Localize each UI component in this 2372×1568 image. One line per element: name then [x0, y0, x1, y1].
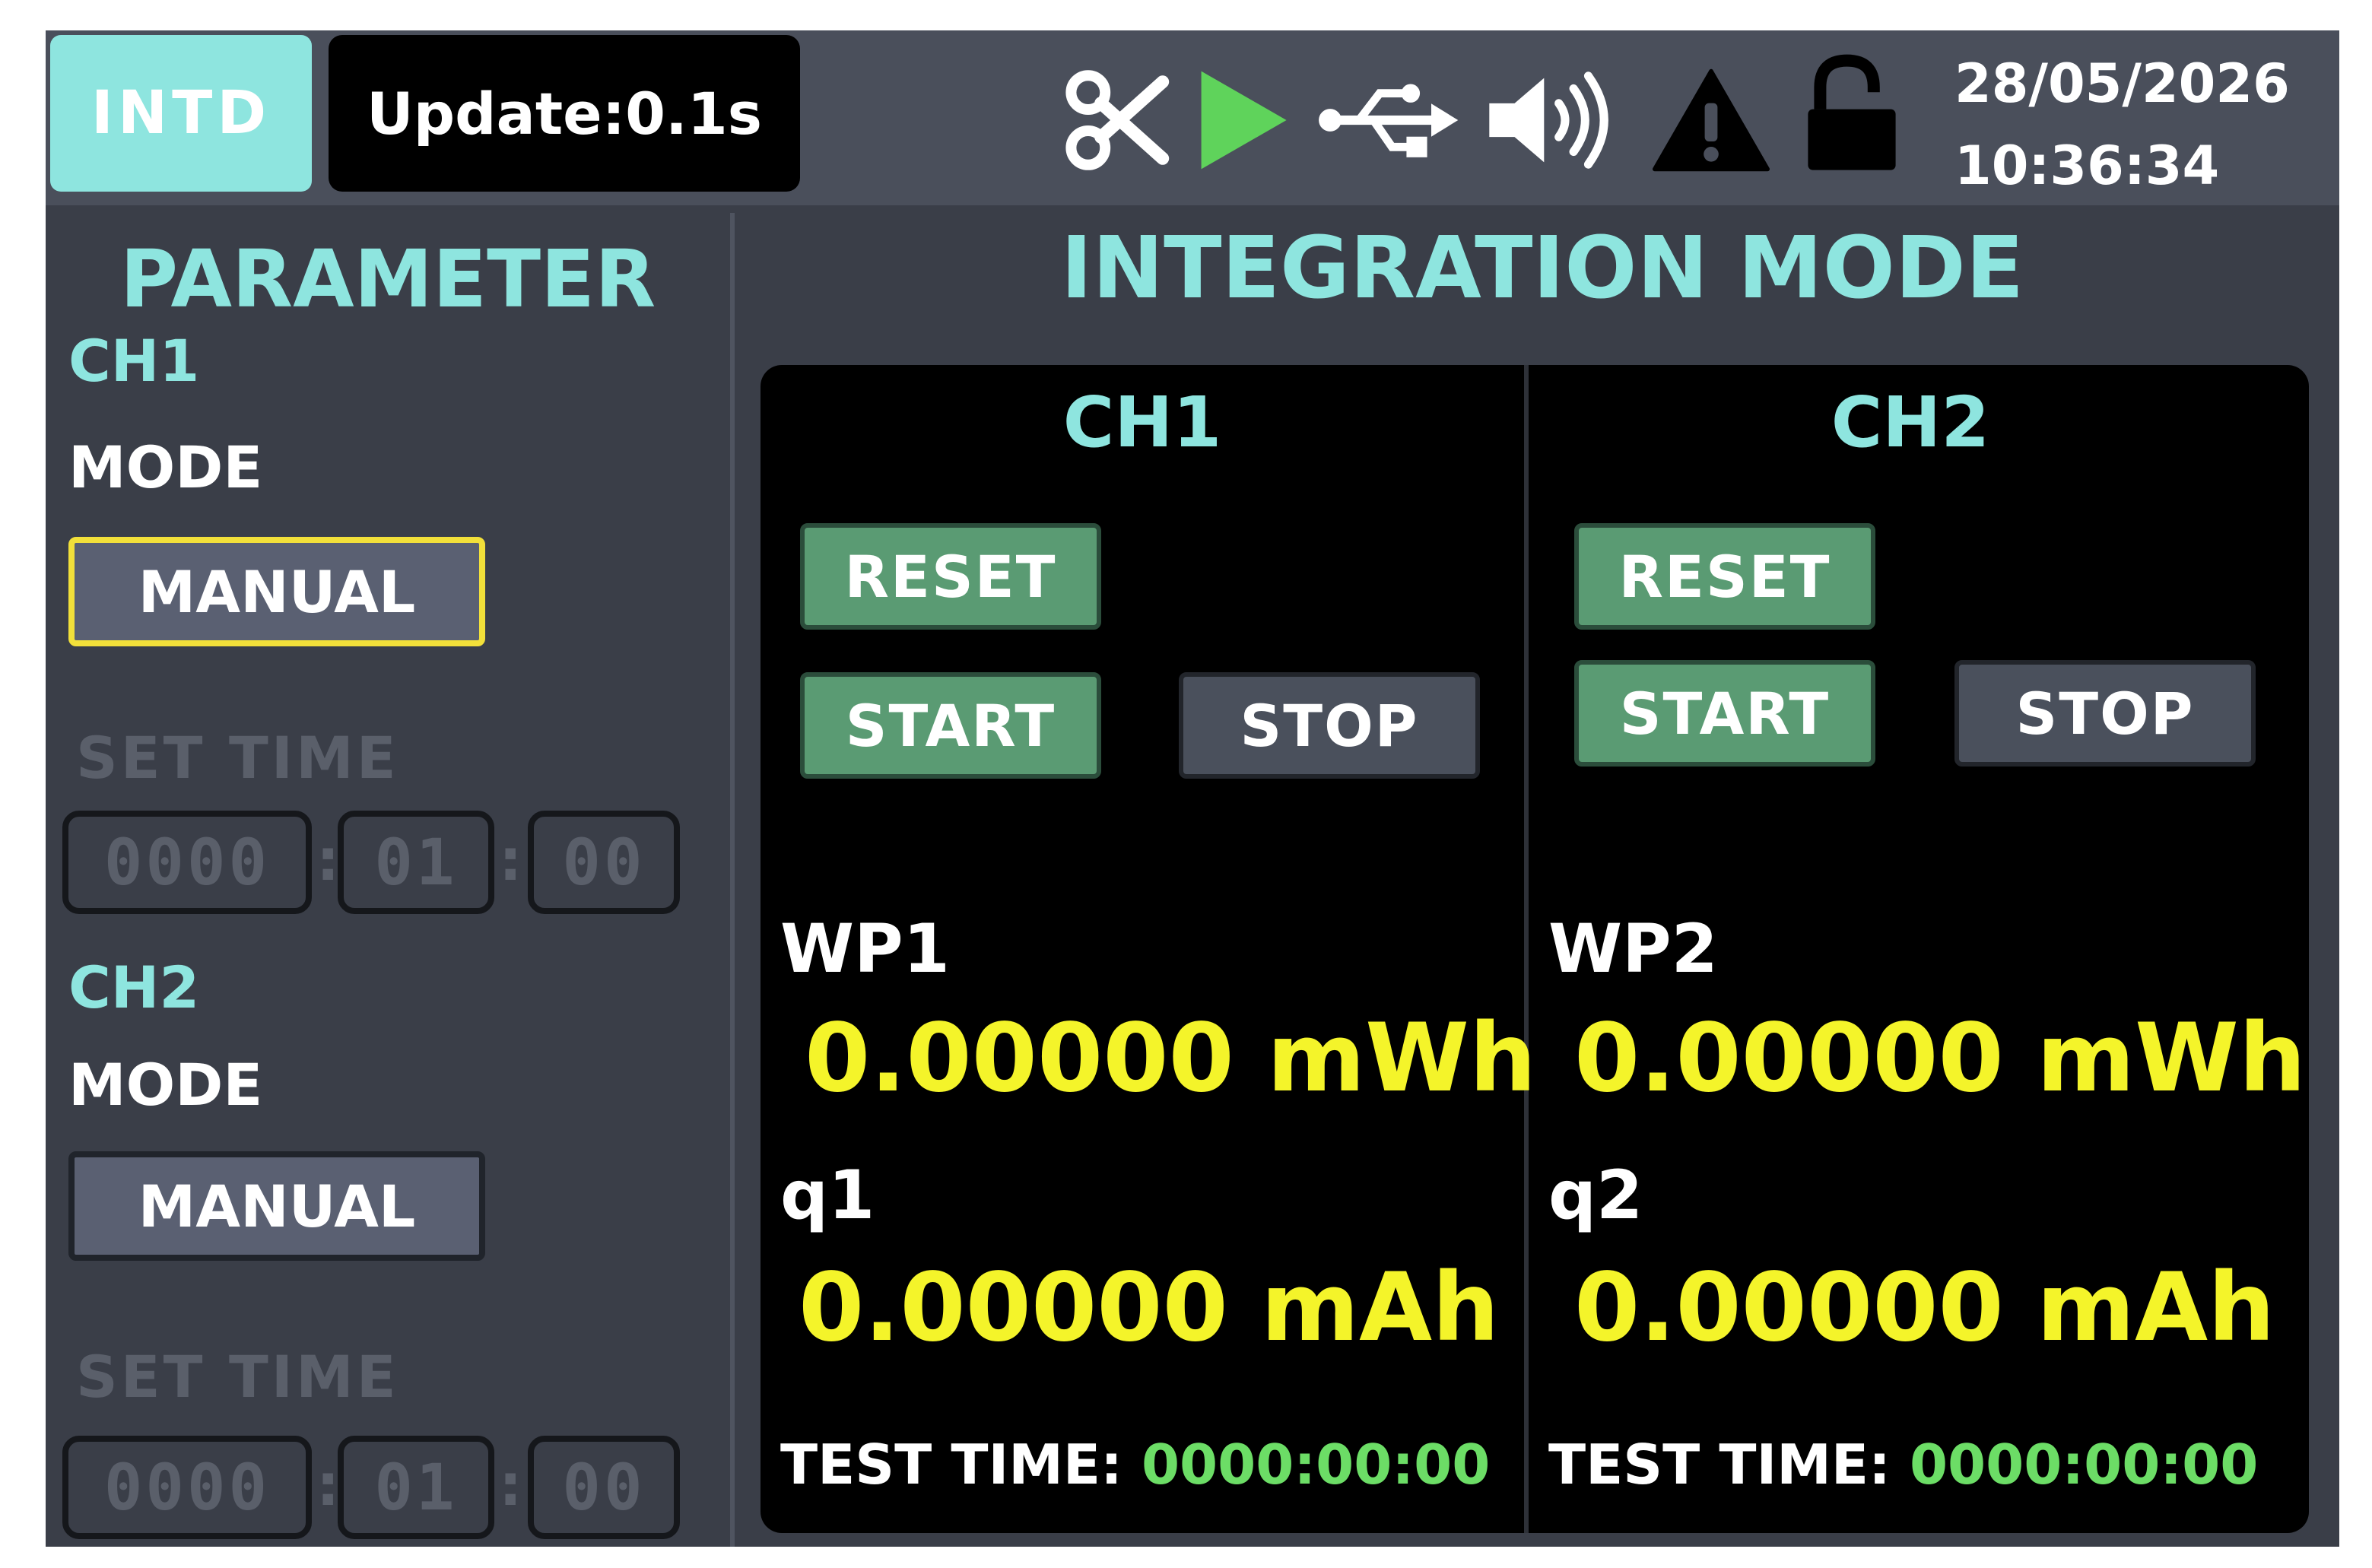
param-ch2-mode-label: MODE [68, 1051, 263, 1119]
ch1-start-button[interactable]: START [800, 672, 1101, 779]
ch1-test-time: TEST TIME: 0000:00:00 [780, 1433, 1490, 1497]
integration-display: CH1 RESET START STOP WP1 0.00000 mWh q1 … [761, 365, 2309, 1533]
ch2-set-time-seconds[interactable]: 00 [528, 1436, 680, 1539]
ch1-set-time-hours[interactable]: 0000 [62, 811, 312, 914]
date-text: 28/05/2026 [1954, 52, 2290, 115]
ch1-stop-button[interactable]: STOP [1179, 672, 1480, 779]
ch2-title: CH2 [1831, 382, 1990, 463]
time-separator: : [499, 826, 522, 894]
parameter-panel: PARAMETER CH1 MODE MANUAL SET TIME 0000 … [46, 205, 745, 1547]
ch1-charge-value: 0.00000 mAh [799, 1253, 1500, 1363]
integration-mode-title: INTEGRATION MODE [1060, 219, 2024, 318]
ch1-energy-label: WP1 [780, 909, 950, 988]
date-time-display: 28/05/2026 10:36:34 [1954, 43, 2290, 207]
ch2-start-button[interactable]: START [1574, 660, 1875, 767]
ch2-test-time-value: 0000:00:00 [1909, 1433, 2259, 1497]
status-bar: INTD Update:0.1s 28/05/2026 10:36:34 [46, 30, 2339, 205]
ch2-energy-label: WP2 [1548, 909, 1718, 988]
ch1-title: CH1 [1062, 382, 1222, 463]
ch1-mode-selector[interactable]: MANUAL [68, 537, 485, 646]
ch1-set-time-minutes[interactable]: 01 [338, 811, 494, 914]
ch1-test-time-value: 0000:00:00 [1141, 1433, 1491, 1497]
ch2-set-time-hours[interactable]: 0000 [62, 1436, 312, 1539]
param-ch2-set-time-label: SET TIME [76, 1343, 399, 1411]
ch1-set-time-seconds[interactable]: 00 [528, 811, 680, 914]
update-rate-indicator[interactable]: Update:0.1s [329, 35, 800, 192]
ch1-column: CH1 RESET START STOP WP1 0.00000 mWh q1 … [761, 365, 1536, 1533]
play-icon[interactable] [1186, 67, 1293, 173]
ch1-charge-label: q1 [780, 1156, 875, 1234]
panel-divider [730, 213, 735, 1547]
param-ch1-set-time-label: SET TIME [76, 724, 399, 792]
ch1-test-time-label: TEST TIME: [780, 1433, 1122, 1497]
time-separator: : [499, 1451, 522, 1519]
ch2-test-time: TEST TIME: 0000:00:00 [1548, 1433, 2258, 1497]
ch1-energy-value: 0.00000 mWh [805, 1004, 1537, 1113]
speaker-icon[interactable] [1483, 67, 1620, 173]
warning-icon [1650, 67, 1772, 173]
usb-icon [1316, 67, 1460, 173]
param-ch1-label: CH1 [68, 327, 200, 395]
ch2-test-time-label: TEST TIME: [1548, 1433, 1891, 1497]
param-ch2-label: CH2 [68, 954, 200, 1021]
ch2-charge-label: q2 [1548, 1156, 1643, 1234]
scissors-icon[interactable] [1065, 67, 1171, 173]
ch2-set-time-minutes[interactable]: 01 [338, 1436, 494, 1539]
ch2-reset-button[interactable]: RESET [1574, 523, 1875, 630]
ch2-stop-button[interactable]: STOP [1954, 660, 2256, 767]
parameter-title: PARAMETER [119, 233, 656, 325]
time-separator: : [316, 1451, 340, 1519]
ch2-column: CH2 RESET START STOP WP2 0.00000 mWh q2 … [1529, 365, 2306, 1533]
ch1-reset-button[interactable]: RESET [800, 523, 1101, 630]
ch2-mode-selector[interactable]: MANUAL [68, 1151, 485, 1261]
time-text: 10:36:34 [1954, 135, 2220, 197]
ch2-charge-value: 0.00000 mAh [1574, 1253, 2275, 1363]
unlock-icon[interactable] [1802, 53, 1901, 175]
mode-badge[interactable]: INTD [50, 35, 312, 192]
device-screen: INTD Update:0.1s 28/05/2026 10:36:34 PAR… [46, 30, 2339, 1547]
time-separator: : [316, 826, 340, 894]
ch2-energy-value: 0.00000 mWh [1574, 1004, 2307, 1113]
param-ch1-mode-label: MODE [68, 433, 263, 501]
